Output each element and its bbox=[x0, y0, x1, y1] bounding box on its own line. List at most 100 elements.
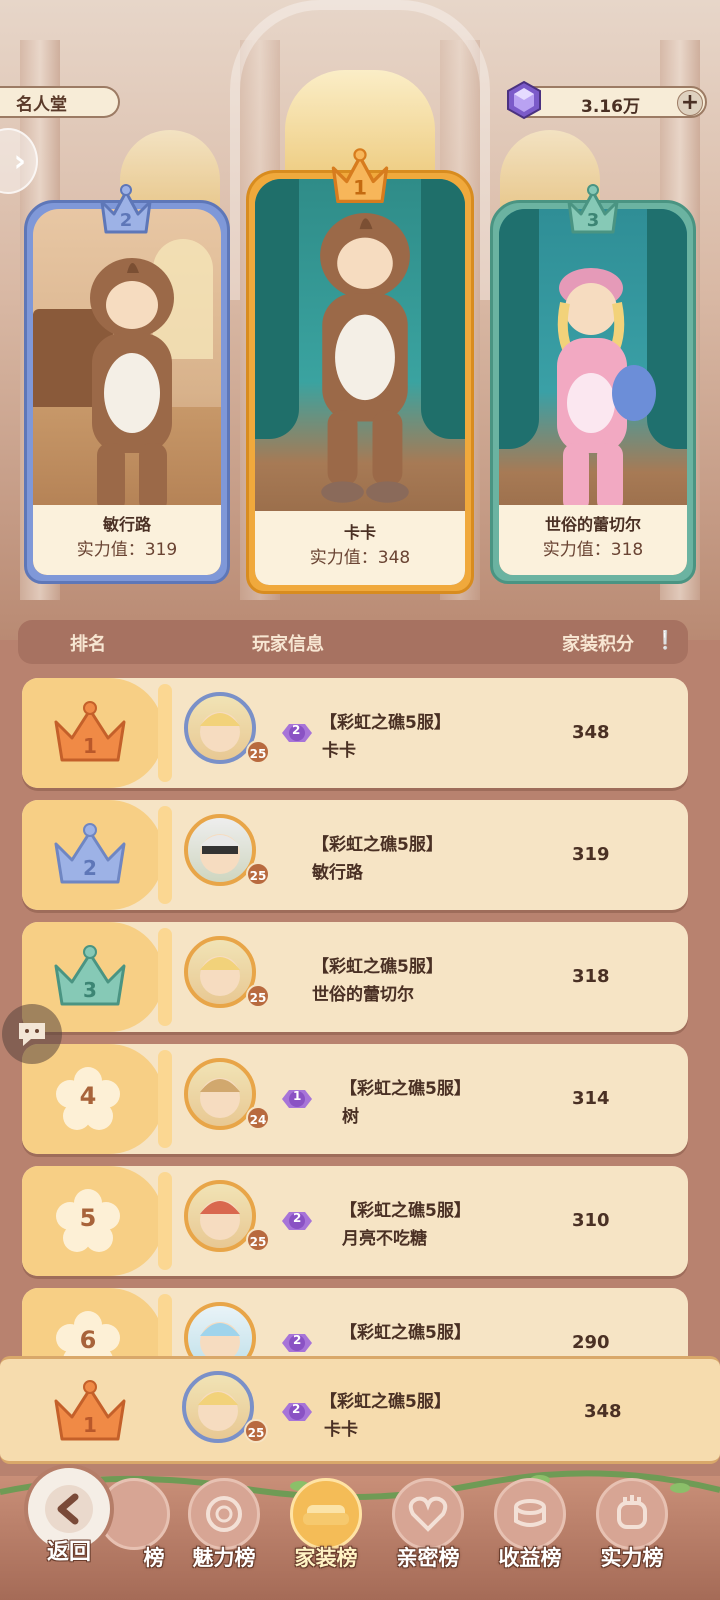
tab-label: 亲密榜 bbox=[396, 1546, 460, 1570]
podium-power: 实力值：318 bbox=[542, 540, 644, 560]
fist-icon-bg bbox=[596, 1478, 668, 1550]
my-rank: 1 bbox=[83, 1413, 97, 1437]
tab-label: 家装榜 bbox=[294, 1546, 358, 1570]
purple-gem-icon bbox=[507, 80, 541, 120]
chat-bubble-icon bbox=[19, 1023, 45, 1046]
row-rank: 5 bbox=[79, 1204, 97, 1232]
podium-rank: 3 bbox=[587, 210, 600, 231]
row-rank: 6 bbox=[79, 1326, 97, 1354]
score-value: 318 bbox=[572, 966, 610, 987]
rose-icon-bg bbox=[188, 1478, 260, 1550]
score-value: 314 bbox=[572, 1088, 610, 1109]
server-name: 【彩虹之礁5服】 bbox=[312, 957, 443, 977]
server-name: 【彩虹之礁5服】 bbox=[312, 835, 443, 855]
tab-strength[interactable]: 实力榜 bbox=[582, 1478, 682, 1588]
level-badge: 25 bbox=[246, 740, 270, 764]
table-row[interactable]: 3 25 【彩虹之礁5服】 世俗的蕾切尔 318 bbox=[22, 922, 688, 1032]
player-portrait-icon bbox=[200, 712, 240, 752]
player-column-header: 玩家信息 bbox=[252, 634, 324, 655]
avatar[interactable]: 25 bbox=[182, 690, 270, 778]
table-row[interactable]: 2 25 【彩虹之礁5服】 敏行路 319 bbox=[22, 800, 688, 910]
level-badge: 25 bbox=[246, 984, 270, 1008]
score-column-header: 家装积分 bbox=[562, 634, 634, 655]
level-badge: 25 bbox=[246, 862, 270, 886]
vip-level: 2 bbox=[292, 1402, 301, 1416]
player-name: 卡卡 bbox=[322, 741, 356, 761]
teal-crown-icon: 3 bbox=[567, 184, 619, 234]
table-row[interactable]: 5 25 2 【彩虹之礁5服】 月亮不吃糖 310 bbox=[22, 1166, 688, 1276]
chat-button[interactable] bbox=[2, 1004, 62, 1064]
coins-icon bbox=[514, 1499, 546, 1527]
rank-column-header: 排名 bbox=[70, 634, 106, 655]
player-portrait-icon bbox=[200, 956, 240, 996]
rose-icon bbox=[206, 1496, 242, 1532]
hall-of-fame-title: 名人堂 bbox=[0, 86, 120, 118]
vip-level: 2 bbox=[293, 1333, 302, 1347]
currency-value: 3.16万 bbox=[581, 97, 640, 117]
gold-crown-icon: 1 bbox=[54, 701, 126, 762]
player-name: 敏行路 bbox=[312, 863, 363, 883]
tab-label: 实力榜 bbox=[600, 1546, 664, 1570]
avatar[interactable]: 25 bbox=[180, 1369, 268, 1457]
vip-level: 2 bbox=[293, 1211, 302, 1225]
teal-crown-icon: 3 bbox=[54, 945, 126, 1006]
tab-label: 魅力榜 bbox=[192, 1546, 256, 1570]
silver-crown-icon: 2 bbox=[54, 823, 126, 884]
tab-home-decor[interactable]: 家装榜 bbox=[276, 1478, 376, 1588]
score-value: 348 bbox=[572, 722, 610, 743]
podium-rank: 1 bbox=[353, 177, 367, 200]
gold-crown-icon: 1 bbox=[54, 1380, 126, 1441]
podium-card-rank-3[interactable]: 世俗的蕾切尔 实力值：318 bbox=[490, 200, 696, 584]
currency-display: 3.16万 + bbox=[507, 80, 707, 120]
row-rank: 2 bbox=[83, 856, 97, 880]
server-name: 【彩虹之礁5服】 bbox=[340, 1323, 471, 1343]
sofa-icon-bg bbox=[290, 1478, 362, 1550]
character-pink-pajama bbox=[557, 268, 656, 528]
chevron-right-icon: › bbox=[13, 143, 26, 179]
score-value: 310 bbox=[572, 1210, 610, 1231]
player-portrait-icon bbox=[200, 834, 240, 874]
score-value: 348 bbox=[584, 1401, 622, 1422]
tab-income[interactable]: 收益榜 bbox=[480, 1478, 580, 1588]
leaderboard-header: 排名 玩家信息 家装积分 ❕ bbox=[18, 620, 688, 664]
vip-level: 1 bbox=[293, 1089, 302, 1103]
add-currency-button[interactable]: + bbox=[677, 90, 703, 116]
fist-icon bbox=[617, 1495, 647, 1529]
server-name: 【彩虹之礁5服】 bbox=[340, 1079, 471, 1099]
avatar[interactable]: 24 bbox=[182, 1056, 270, 1144]
level-badge: 25 bbox=[244, 1419, 268, 1443]
character-dino-pajama bbox=[320, 213, 410, 503]
vip-level: 2 bbox=[292, 723, 301, 737]
player-name: 月亮不吃糖 bbox=[342, 1229, 427, 1249]
heart-icon bbox=[408, 1496, 448, 1532]
podium-rank: 2 bbox=[120, 210, 133, 231]
table-row[interactable]: 1 25 2 【彩虹之礁5服】 卡卡 348 bbox=[22, 678, 688, 788]
level-badge: 25 bbox=[246, 1228, 270, 1252]
server-name: 【彩虹之礁5服】 bbox=[320, 713, 451, 733]
podium-card-rank-2[interactable]: 敏行路 实力值：319 bbox=[24, 200, 230, 584]
server-name: 【彩虹之礁5服】 bbox=[320, 1392, 451, 1412]
silver-crown-icon: 2 bbox=[100, 184, 152, 234]
podium-power: 实力值：319 bbox=[76, 540, 178, 560]
podium-card-rank-1[interactable]: 卡卡 实力值：348 bbox=[246, 170, 474, 594]
tab-charm[interactable]: 魅力榜 bbox=[174, 1478, 274, 1588]
row-rank: 3 bbox=[83, 978, 97, 1002]
avatar[interactable]: 25 bbox=[182, 1178, 270, 1266]
podium-power: 实力值：348 bbox=[309, 548, 411, 568]
podium-name: 卡卡 bbox=[343, 523, 376, 542]
exclamation-icon[interactable]: ❕ bbox=[654, 630, 676, 651]
avatar[interactable]: 25 bbox=[182, 812, 270, 900]
avatar[interactable]: 25 bbox=[182, 934, 270, 1022]
character-dino-pajama bbox=[90, 258, 174, 529]
back-label: 返回 bbox=[46, 1540, 91, 1565]
table-row[interactable]: 4 24 1 【彩虹之礁5服】 树 314 bbox=[22, 1044, 688, 1154]
score-value: 290 bbox=[572, 1332, 610, 1353]
my-rank-row[interactable]: 1 25 2 【彩虹之礁5服】 卡卡 348 bbox=[0, 1356, 720, 1464]
player-name: 卡卡 bbox=[324, 1420, 358, 1440]
player-portrait-icon bbox=[200, 1078, 240, 1118]
plus-icon: + bbox=[680, 90, 700, 115]
player-name: 世俗的蕾切尔 bbox=[312, 985, 414, 1005]
player-portrait-icon bbox=[198, 1391, 238, 1431]
row-rank: 4 bbox=[79, 1082, 97, 1110]
tab-intimacy[interactable]: 亲密榜 bbox=[378, 1478, 478, 1588]
